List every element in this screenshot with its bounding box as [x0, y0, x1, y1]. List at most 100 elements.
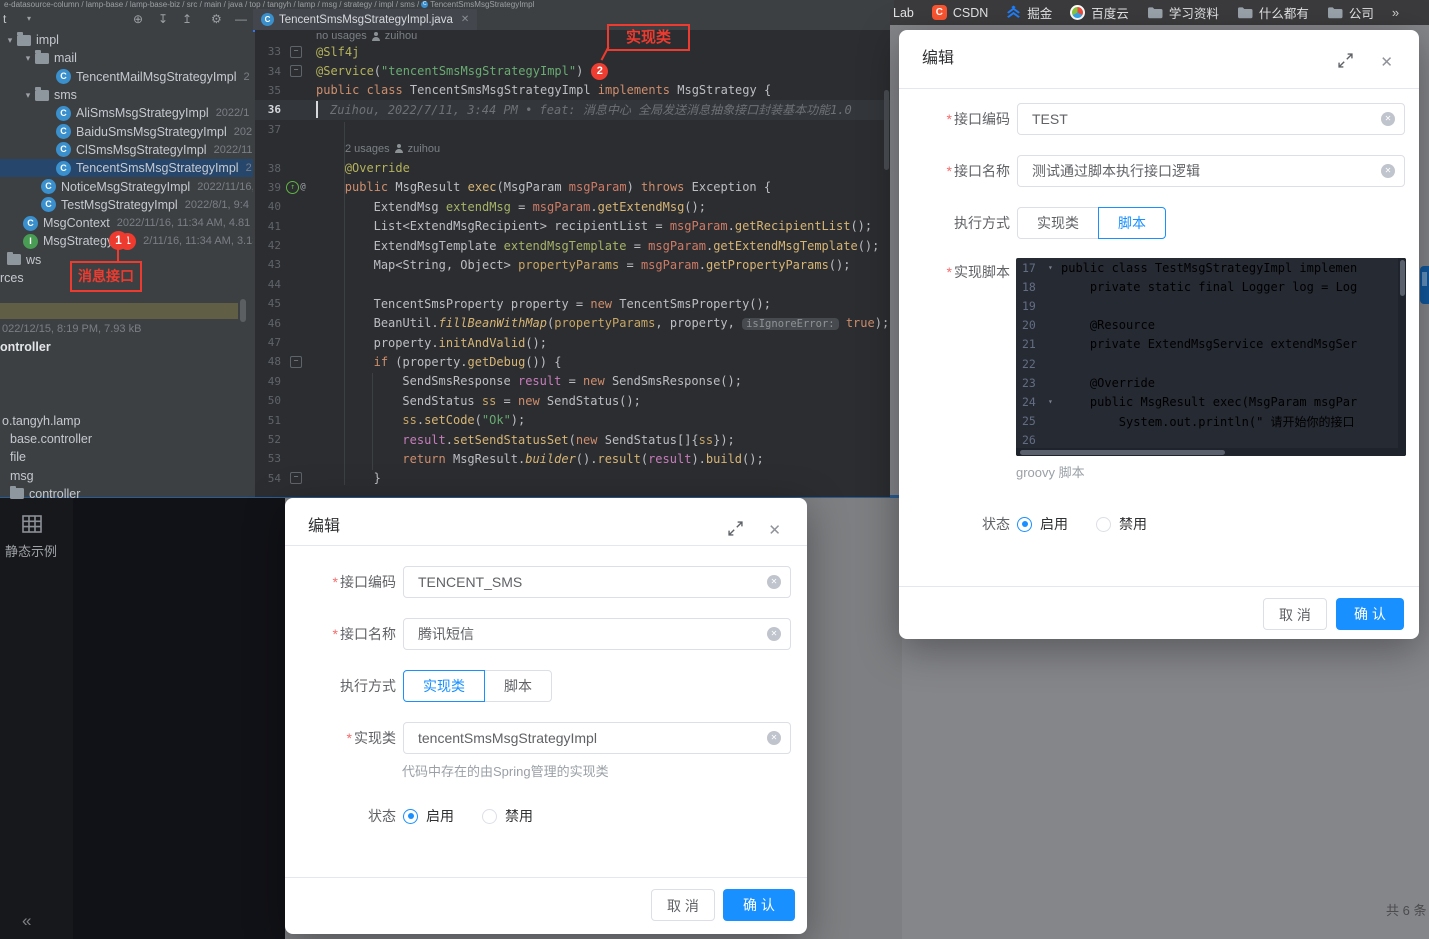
- editor-scrollbar-thumb[interactable]: [884, 90, 889, 170]
- status-radio-enabled[interactable]: 启用: [403, 806, 454, 826]
- code-line[interactable]: 50SendStatus ss = new SendStatus();: [255, 391, 890, 410]
- api-code-field[interactable]: ✕: [403, 566, 791, 598]
- confirm-button[interactable]: 确 认: [723, 889, 795, 921]
- close-tab-icon[interactable]: ✕: [461, 14, 469, 25]
- status-radio-enabled[interactable]: 启用: [1017, 514, 1068, 534]
- code-line[interactable]: 47property.initAndValid();: [255, 333, 890, 352]
- code-line[interactable]: 52result.setSendStatusSet(new SendStatus…: [255, 430, 890, 449]
- collapse-all-icon[interactable]: ↥: [182, 12, 192, 26]
- list-item[interactable]: msg: [0, 466, 250, 484]
- tree-item-TencentSmsMsgStrategyImpl[interactable]: CTencentSmsMsgStrategyImpl2: [0, 159, 253, 177]
- exec-mode-script-button[interactable]: 脚本: [1098, 207, 1166, 239]
- chevron-down-icon[interactable]: ▾: [27, 14, 31, 23]
- bookmarks-overflow-icon[interactable]: »: [1392, 5, 1399, 20]
- tree-item-impl[interactable]: ▾impl: [0, 31, 253, 49]
- tree-item-TencentMailMsgStrategyImpl[interactable]: CTencentMailMsgStrategyImpl2: [0, 68, 253, 86]
- tree-item-TestMsgStrategyImpl[interactable]: CTestMsgStrategyImpl2022/8/1, 9:4: [0, 196, 253, 214]
- script-code-line[interactable]: 25 System.out.println(" 请开始你的接口: [1016, 412, 1406, 431]
- clear-icon[interactable]: ✕: [767, 575, 781, 589]
- impl-class-input[interactable]: [404, 723, 790, 753]
- fullscreen-icon[interactable]: [728, 521, 743, 536]
- clear-icon[interactable]: ✕: [1381, 112, 1395, 126]
- script-code-line[interactable]: 17▾public class TestMsgStrategyImpl impl…: [1016, 258, 1406, 277]
- bookmark-CSDN[interactable]: CCSDN: [932, 5, 988, 20]
- groovy-script-editor[interactable]: 17▾public class TestMsgStrategyImpl impl…: [1016, 258, 1406, 456]
- expand-all-icon[interactable]: ↧: [158, 12, 168, 26]
- exec-mode-script-button[interactable]: 脚本: [484, 670, 552, 702]
- code-line[interactable]: 35public class TencentSmsMsgStrategyImpl…: [255, 81, 890, 100]
- tree-item-BaiduSmsMsgStrategyImpl[interactable]: CBaiduSmsMsgStrategyImpl202: [0, 122, 253, 140]
- code-line[interactable]: 53return MsgResult.builder().result(resu…: [255, 449, 890, 468]
- project-header-label[interactable]: t: [3, 12, 6, 26]
- code-line[interactable]: 45TencentSmsProperty property = new Tenc…: [255, 294, 890, 313]
- sidebar-item-static-example[interactable]: 静态示例: [5, 541, 57, 560]
- chevron-down-icon[interactable]: ▾: [21, 90, 35, 101]
- clear-icon[interactable]: ✕: [767, 627, 781, 641]
- api-name-field[interactable]: ✕: [1017, 155, 1405, 187]
- clear-icon[interactable]: ✕: [767, 731, 781, 745]
- script-code-line[interactable]: 18 private static final Logger log = Log: [1016, 277, 1406, 296]
- close-icon[interactable]: ✕: [768, 521, 781, 539]
- fold-icon[interactable]: −: [290, 65, 302, 77]
- list-item[interactable]: base.controller: [0, 430, 250, 448]
- script-code-line[interactable]: 21 private ExtendMsgService extendMsgSer: [1016, 335, 1406, 354]
- tree-item-MsgContext[interactable]: CMsgContext2022/11/16, 11:34 AM, 4.81 k: [0, 214, 253, 232]
- api-name-input[interactable]: [404, 619, 790, 649]
- api-code-input[interactable]: [404, 567, 790, 597]
- edge-blue-button[interactable]: [1420, 266, 1429, 304]
- bookmark-公司[interactable]: 公司: [1327, 3, 1374, 22]
- code-line[interactable]: 41List<ExtendMsgRecipient> recipientList…: [255, 217, 890, 236]
- tree-item-ClSmsMsgStrategyImpl[interactable]: CClSmsMsgStrategyImpl2022/11: [0, 141, 253, 159]
- sidebar-collapse-button[interactable]: «: [22, 911, 31, 931]
- close-icon[interactable]: ✕: [1380, 53, 1393, 71]
- tree-item-sms[interactable]: ▾sms: [0, 86, 253, 104]
- list-item[interactable]: 022/12/15, 8:19 PM, 7.93 kB: [0, 320, 250, 338]
- api-code-field[interactable]: ✕: [1017, 103, 1405, 135]
- script-code-line[interactable]: 23 @Override: [1016, 373, 1406, 392]
- clear-icon[interactable]: ✕: [1381, 164, 1395, 178]
- bookmark-学习资料[interactable]: 学习资料: [1147, 3, 1219, 22]
- code-line[interactable]: 49SendSmsResponse result = new SendSmsRe…: [255, 372, 890, 391]
- code-line[interactable]: 54−}: [255, 469, 890, 488]
- impl-class-field[interactable]: ✕: [403, 722, 791, 754]
- exec-mode-impl-button[interactable]: 实现类: [1017, 207, 1099, 239]
- hide-panel-icon[interactable]: —: [235, 12, 247, 26]
- fold-icon[interactable]: −: [290, 472, 302, 484]
- cancel-button[interactable]: 取 消: [1263, 598, 1327, 630]
- bookmark-什么都有[interactable]: 什么都有: [1237, 3, 1309, 22]
- code-line[interactable]: 39↑@public MsgResult exec(MsgParam msgPa…: [255, 178, 890, 197]
- list-item[interactable]: o.tangyh.lamp: [0, 412, 250, 430]
- override-method-icon[interactable]: ↑: [286, 181, 299, 194]
- script-code-line[interactable]: 20 @Resource: [1016, 316, 1406, 335]
- code-line[interactable]: 46BeanUtil.fillBeanWithMap(propertyParam…: [255, 313, 890, 332]
- usages-inlay[interactable]: 2 usageszuihou: [311, 143, 440, 155]
- locate-file-icon[interactable]: ⊕: [133, 12, 143, 26]
- code-line[interactable]: 44: [255, 275, 890, 294]
- chevron-down-icon[interactable]: ▾: [3, 35, 17, 46]
- fold-icon[interactable]: −: [290, 356, 302, 368]
- chevron-down-icon[interactable]: ▾: [21, 53, 35, 64]
- code-line[interactable]: 37: [255, 120, 890, 139]
- list-item[interactable]: controller: [0, 485, 250, 503]
- code-line[interactable]: 38@Override: [255, 158, 890, 177]
- tree-item-AliSmsMsgStrategyImpl[interactable]: CAliSmsMsgStrategyImpl2022/1: [0, 104, 253, 122]
- exec-mode-impl-button[interactable]: 实现类: [403, 670, 485, 702]
- list-item[interactable]: file: [0, 448, 250, 466]
- code-editor[interactable]: no usageszuihou33−@Slf4j34−@Service("ten…: [255, 30, 890, 497]
- api-code-input[interactable]: [1018, 104, 1404, 134]
- tab-tencent-sms-file[interactable]: C TencentSmsMsgStrategyImpl.java ✕: [253, 9, 477, 32]
- confirm-button[interactable]: 确 认: [1336, 598, 1404, 630]
- script-code-line[interactable]: 22: [1016, 354, 1406, 373]
- api-name-field[interactable]: ✕: [403, 618, 791, 650]
- bookmark-掘金[interactable]: 掘金: [1006, 3, 1052, 22]
- api-name-input[interactable]: [1018, 156, 1404, 186]
- tree-scrollbar-thumb[interactable]: [240, 299, 246, 322]
- cancel-button[interactable]: 取 消: [651, 889, 715, 921]
- code-line[interactable]: 33−@Slf4j: [255, 42, 890, 61]
- gear-icon[interactable]: ⚙: [211, 12, 222, 26]
- caret-line[interactable]: 36Zuihou, 2022/7/11, 3:44 PM • feat: 消息中…: [255, 100, 890, 119]
- bookmark-Lab[interactable]: Lab: [893, 6, 914, 20]
- code-line[interactable]: 43Map<String, Object> propertyParams = m…: [255, 255, 890, 274]
- code-line[interactable]: 48−if (property.getDebug()) {: [255, 352, 890, 371]
- script-vscrollbar[interactable]: [1398, 258, 1406, 448]
